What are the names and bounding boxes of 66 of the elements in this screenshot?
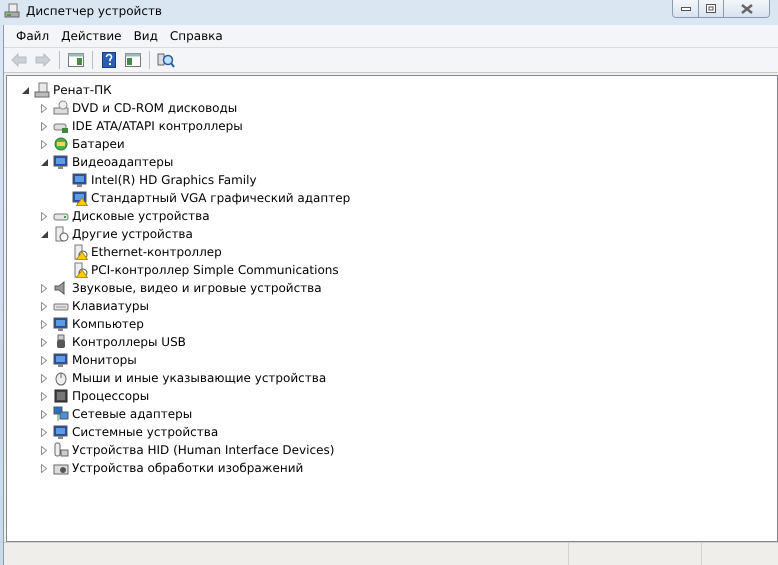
tree-item[interactable]: Стандартный VGA графический адаптер	[91, 191, 350, 205]
device-manager-icon	[4, 3, 20, 19]
tree-item[interactable]: Процессоры	[72, 389, 150, 403]
expand-icon[interactable]	[41, 410, 47, 418]
collapse-icon[interactable]	[40, 230, 48, 238]
monitor-icon	[53, 316, 69, 332]
maximize-icon	[706, 4, 716, 13]
tree-item[interactable]: Устройства HID (Human Interface Devices)	[72, 443, 334, 457]
tree-item[interactable]: Звуковые, видео и игровые устройства	[72, 281, 322, 295]
menu-item[interactable]: Справка	[164, 27, 229, 45]
expand-icon[interactable]	[41, 446, 47, 454]
tree-item[interactable]: Видеоадаптеры	[72, 155, 174, 169]
expand-icon[interactable]	[41, 320, 47, 328]
network-icon	[53, 406, 69, 422]
mouse-icon	[53, 370, 69, 386]
tree-item[interactable]: Мониторы	[72, 353, 137, 367]
minimize-button[interactable]	[673, 0, 699, 17]
expand-icon[interactable]	[41, 122, 47, 130]
monitor-icon	[53, 424, 69, 440]
console-tree-button[interactable]	[65, 50, 87, 70]
monitor-icon	[53, 154, 69, 170]
expand-icon[interactable]	[41, 374, 47, 382]
tree-item[interactable]: Компьютер	[72, 317, 144, 331]
close-icon	[740, 4, 752, 14]
expand-icon[interactable]	[41, 212, 47, 220]
expand-icon[interactable]	[41, 338, 47, 346]
action-pane-button[interactable]	[122, 50, 144, 70]
tree-item[interactable]: Устройства обработки изображений	[72, 461, 304, 475]
tree-item[interactable]: DVD и CD-ROM дисководы	[72, 101, 238, 115]
battery-icon	[53, 136, 69, 152]
maximize-button[interactable]	[699, 0, 724, 17]
collapse-icon[interactable]	[22, 86, 28, 94]
tree-item[interactable]: IDE ATA/ATAPI контроллеры	[72, 119, 243, 133]
expand-icon[interactable]	[41, 140, 47, 148]
unknown-device-icon	[53, 226, 69, 242]
expand-icon[interactable]	[41, 464, 47, 472]
menu-item[interactable]: Файл	[10, 27, 56, 45]
tree-item[interactable]: Дисковые устройства	[72, 209, 210, 223]
expand-icon[interactable]	[41, 302, 47, 310]
menu-item[interactable]: Действие	[55, 27, 128, 45]
close-button[interactable]	[724, 0, 769, 17]
tree-item[interactable]: Мыши и иные указывающие устройства	[72, 371, 326, 385]
computer-icon	[34, 82, 50, 98]
expand-icon[interactable]	[41, 428, 47, 436]
disc-drive-icon	[53, 100, 69, 116]
collapse-icon[interactable]	[40, 158, 48, 166]
expand-icon[interactable]	[41, 104, 47, 112]
window-title: Диспетчер устройств	[26, 4, 164, 18]
tree-item[interactable]: Intel(R) HD Graphics Family	[91, 173, 257, 187]
tree-item[interactable]: PCI-контроллер Simple Communications	[91, 263, 339, 277]
tree-item[interactable]: Системные устройства	[72, 425, 218, 439]
menu-item[interactable]: Вид	[128, 27, 164, 45]
chip-icon	[53, 388, 69, 404]
tree-item[interactable]: Другие устройства	[72, 227, 193, 241]
tree-item[interactable]: Ethernet-контроллер	[91, 245, 222, 259]
tree-item[interactable]: Клавиатуры	[72, 299, 149, 313]
minimize-icon	[680, 6, 690, 10]
tree-item[interactable]: Ренат-ПК	[53, 83, 112, 97]
expand-icon[interactable]	[41, 284, 47, 292]
expand-icon[interactable]	[41, 356, 47, 364]
tree-item[interactable]: Батареи	[72, 137, 125, 151]
monitor-icon	[53, 352, 69, 368]
tree-item[interactable]: Сетевые адаптеры	[72, 407, 192, 421]
expand-icon[interactable]	[41, 392, 47, 400]
tree-item[interactable]: Контроллеры USB	[72, 335, 186, 349]
hid-device-icon	[53, 442, 69, 458]
